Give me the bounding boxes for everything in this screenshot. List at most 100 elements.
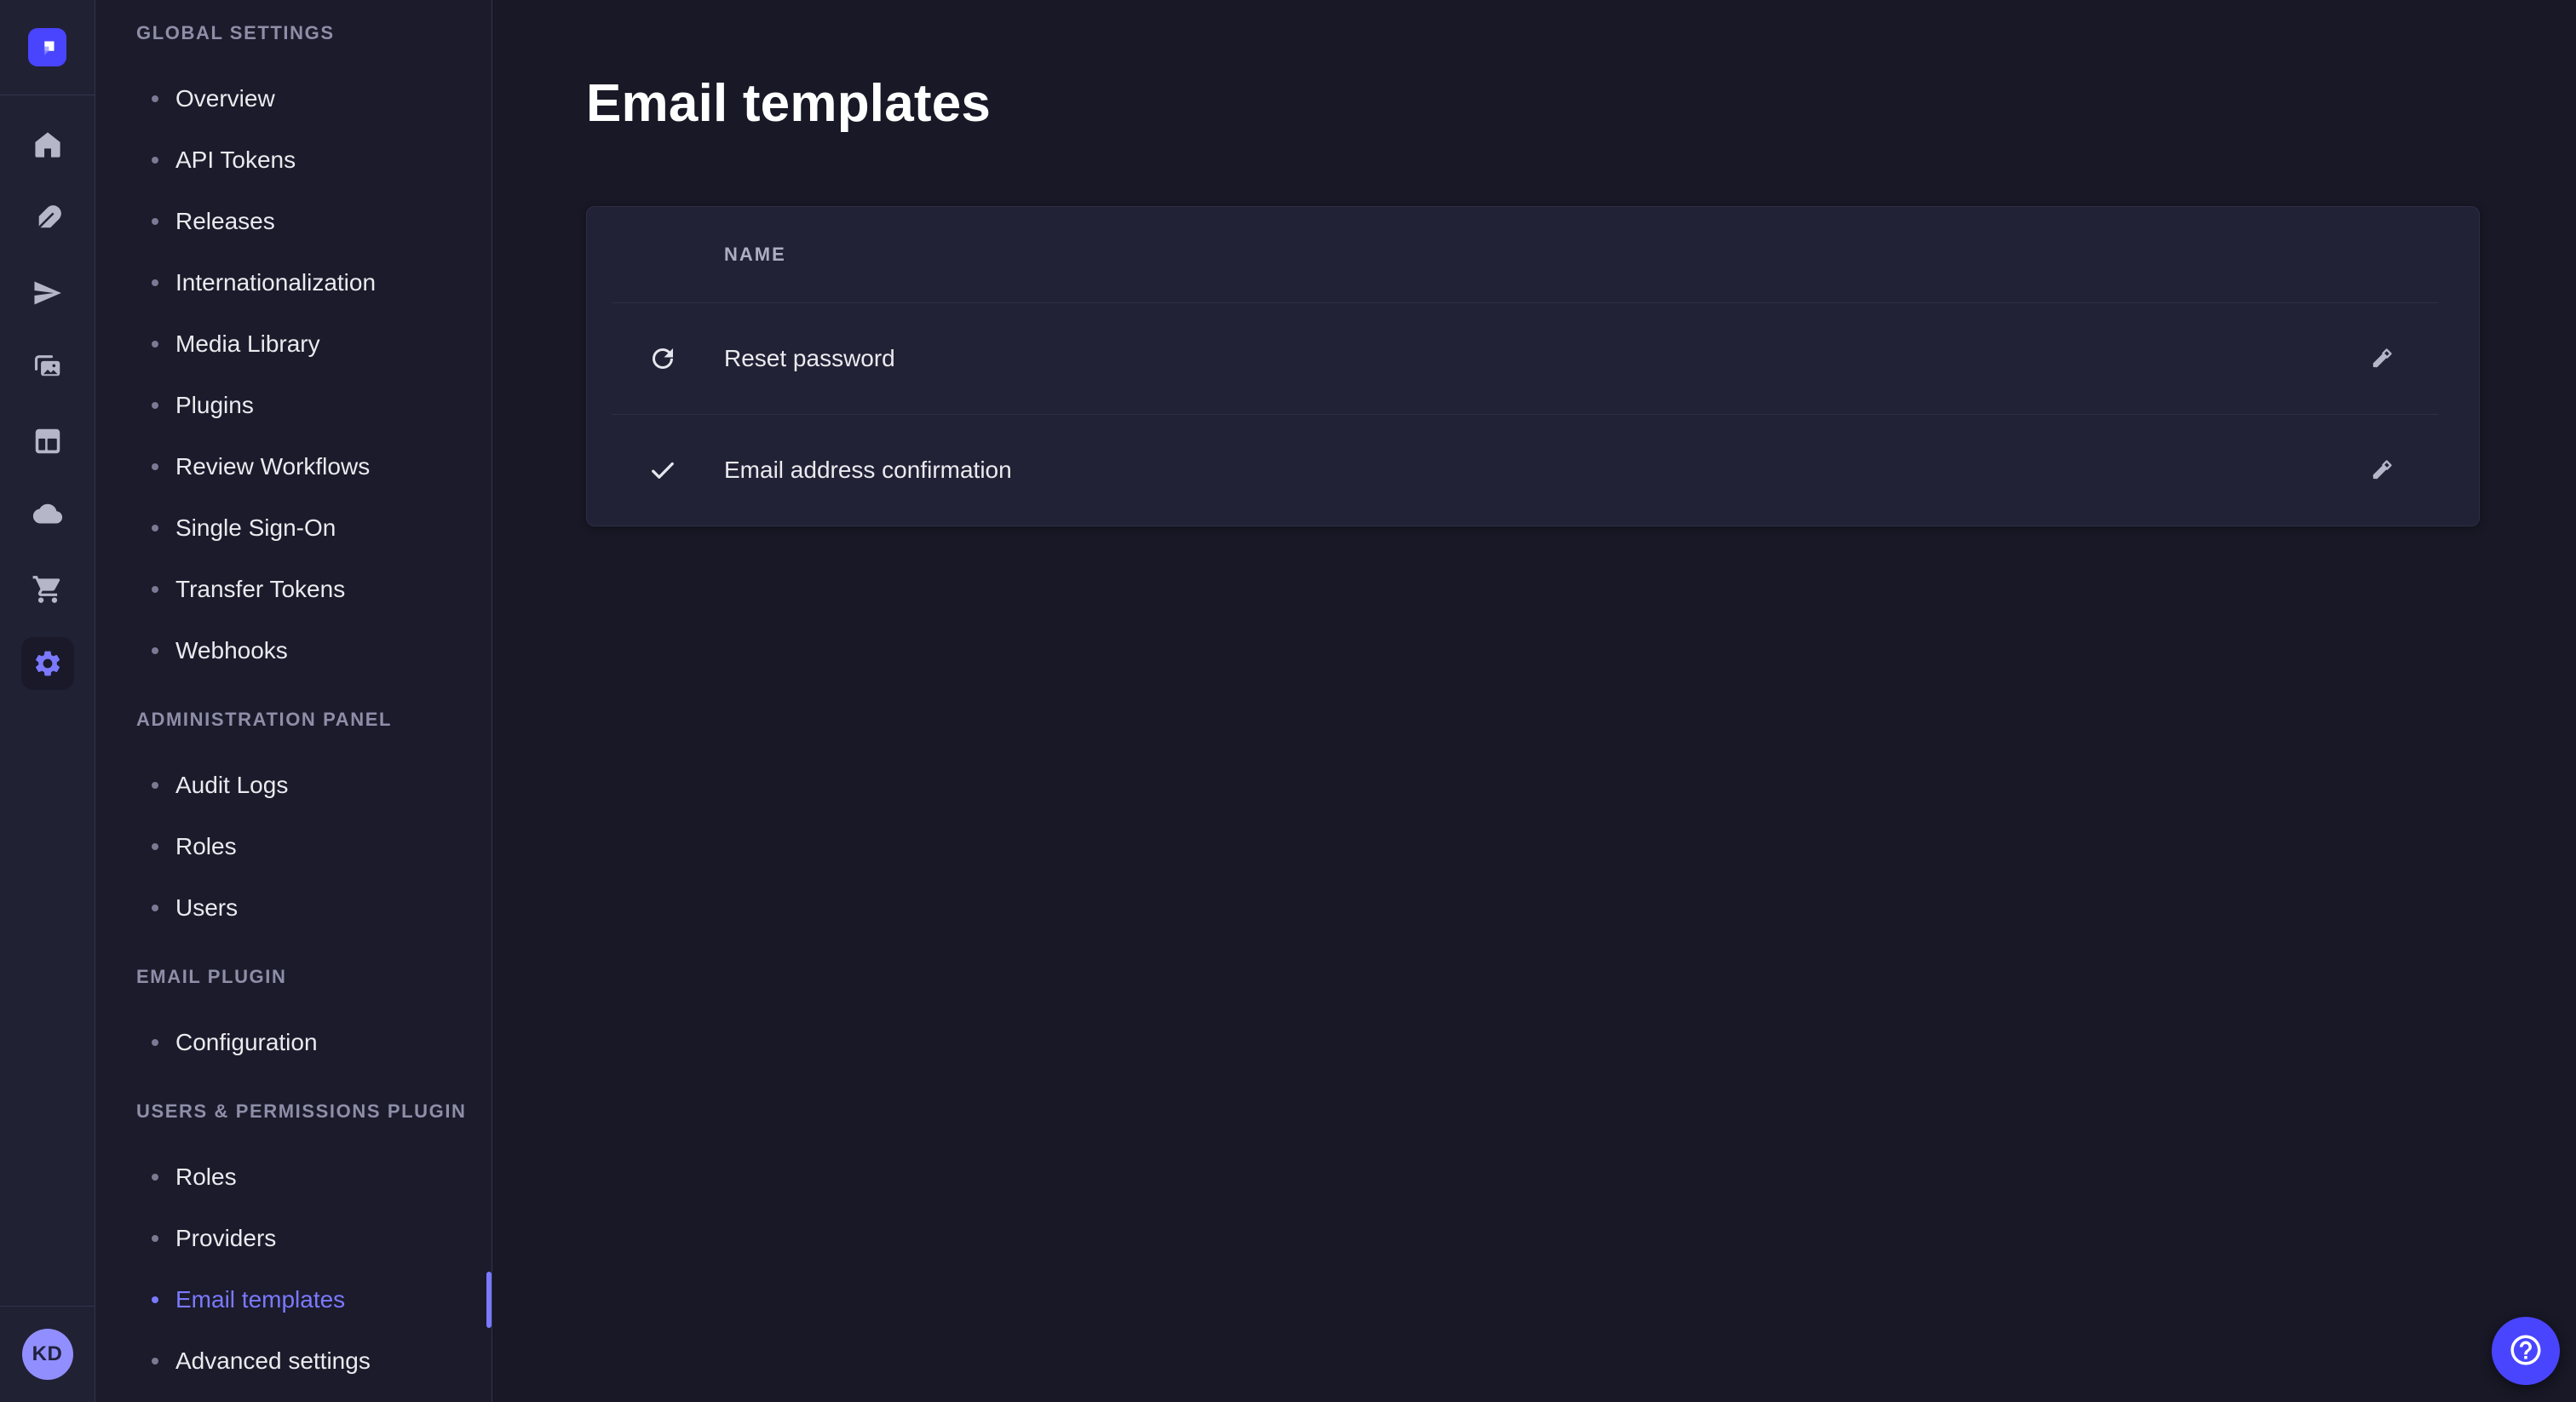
sidebar-item-email-templates[interactable]: Email templates [95, 1269, 492, 1330]
rail-button-cart[interactable] [0, 552, 95, 626]
strapi-admin-app: KD Global settings Overview API Tokens Rele… [0, 0, 2576, 1402]
table-header-row: Name [587, 207, 2479, 302]
subnav-section: Global settings Overview API Tokens Release… [95, 20, 492, 681]
table-row[interactable]: Email address confirmation [587, 415, 2479, 526]
column-header-name: Name [724, 244, 786, 266]
sidebar-item-configuration[interactable]: Configuration [95, 1012, 492, 1073]
edit-button[interactable] [2363, 340, 2401, 377]
page-title: Email templates [586, 76, 2576, 132]
edit-button[interactable] [2363, 451, 2401, 489]
bullet-icon [152, 525, 158, 531]
template-name: Email address confirmation [724, 457, 1012, 484]
bullet-icon [152, 402, 158, 409]
section-label: Global settings [95, 20, 492, 46]
main-content: Email templates Name Reset password Email… [492, 0, 2576, 1402]
sidebar-item-label: Roles [175, 1164, 237, 1191]
sidebar-item-label: Configuration [175, 1029, 318, 1056]
sidebar-item-audit-logs[interactable]: Audit Logs [95, 755, 492, 816]
sidebar-item-label: Providers [175, 1225, 276, 1252]
sidebar-item-advanced-settings[interactable]: Advanced settings [95, 1330, 492, 1392]
sidebar-item-label: Plugins [175, 392, 254, 419]
sidebar-item-media-library[interactable]: Media Library [95, 313, 492, 375]
bullet-icon [152, 905, 158, 911]
sidebar-item-label: Advanced settings [175, 1347, 371, 1375]
rail-button-paper-plane[interactable] [0, 256, 95, 330]
subnav-section: Administration panel Audit Logs Roles Users [95, 707, 492, 939]
pencil-icon [2366, 455, 2397, 486]
sidebar-item-label: Internationalization [175, 269, 376, 296]
email-templates-table: Name Reset password Email address confirm… [586, 206, 2480, 526]
sidebar-item-label: Email templates [175, 1286, 345, 1313]
rail-button-media-library[interactable] [0, 330, 95, 404]
section-label: Administration panel [95, 707, 492, 733]
bullet-icon [152, 843, 158, 850]
media-library-icon [32, 351, 64, 383]
bullet-icon [152, 279, 158, 286]
check-icon [647, 455, 678, 486]
gear-icon [32, 648, 63, 679]
rail-button-layout[interactable] [0, 404, 95, 478]
avatar[interactable]: KD [22, 1329, 73, 1380]
bullet-icon [152, 157, 158, 164]
rail-button-cloud[interactable] [0, 478, 95, 552]
subnav-section: Users & Permissions plugin Roles Providers… [95, 1099, 492, 1392]
sidebar-item-single-sign-on[interactable]: Single Sign-On [95, 497, 492, 559]
sidebar-item-releases[interactable]: Releases [95, 191, 492, 252]
sidebar-item-label: Users [175, 894, 238, 922]
question-mark-icon [2508, 1332, 2544, 1370]
paper-plane-icon [32, 277, 64, 309]
refresh-icon [647, 343, 678, 374]
subnav-section: Email plugin Configuration [95, 964, 492, 1073]
sidebar-item-label: Transfer Tokens [175, 576, 345, 603]
sidebar-item-label: Single Sign-On [175, 514, 336, 542]
section-label: Email plugin [95, 964, 492, 990]
bullet-icon [152, 1296, 158, 1303]
pencil-icon [2366, 343, 2397, 374]
sidebar-item-plugins[interactable]: Plugins [95, 375, 492, 436]
strapi-logo-icon[interactable] [28, 28, 66, 66]
rail-button-gear[interactable] [0, 626, 95, 700]
sidebar-item-label: Audit Logs [175, 772, 288, 799]
active-icon-background [21, 637, 74, 690]
rail-button-feather[interactable] [0, 181, 95, 256]
sidebar-item-overview[interactable]: Overview [95, 68, 492, 129]
sidebar-item-users[interactable]: Users [95, 877, 492, 939]
help-button[interactable] [2492, 1317, 2560, 1385]
sidebar-item-review-workflows[interactable]: Review Workflows [95, 436, 492, 497]
home-icon [32, 129, 64, 161]
bullet-icon [152, 586, 158, 593]
rail-button-home[interactable] [0, 107, 95, 181]
sidebar-item-label: Releases [175, 208, 275, 235]
sidebar-item-api-tokens[interactable]: API Tokens [95, 129, 492, 191]
bullet-icon [152, 1235, 158, 1242]
rail-icon-list [0, 95, 95, 700]
sidebar-item-label: Review Workflows [175, 453, 370, 480]
bullet-icon [152, 1039, 158, 1046]
bullet-icon [152, 647, 158, 654]
bullet-icon [152, 463, 158, 470]
cart-icon [32, 573, 64, 606]
section-label: Users & Permissions plugin [95, 1099, 492, 1124]
table-row[interactable]: Reset password [587, 303, 2479, 414]
layout-icon [32, 425, 64, 457]
sidebar-item-label: Webhooks [175, 637, 288, 664]
bullet-icon [152, 218, 158, 225]
sidebar-item-roles[interactable]: Roles [95, 816, 492, 877]
rail-bottom: KD [0, 1306, 95, 1402]
sidebar-item-providers[interactable]: Providers [95, 1208, 492, 1269]
sidebar-item-transfer-tokens[interactable]: Transfer Tokens [95, 559, 492, 620]
sidebar-item-label: Overview [175, 85, 275, 112]
cloud-icon [32, 499, 64, 531]
icon-rail: KD [0, 0, 95, 1402]
feather-icon [32, 203, 64, 235]
template-name: Reset password [724, 345, 895, 372]
sidebar-item-roles[interactable]: Roles [95, 1146, 492, 1208]
bullet-icon [152, 1358, 158, 1365]
sidebar-item-label: Roles [175, 833, 237, 860]
sidebar-item-webhooks[interactable]: Webhooks [95, 620, 492, 681]
bullet-icon [152, 782, 158, 789]
logo-container [0, 0, 95, 95]
bullet-icon [152, 1174, 158, 1181]
sidebar-item-internationalization[interactable]: Internationalization [95, 252, 492, 313]
settings-subnav: Global settings Overview API Tokens Release… [95, 0, 492, 1402]
